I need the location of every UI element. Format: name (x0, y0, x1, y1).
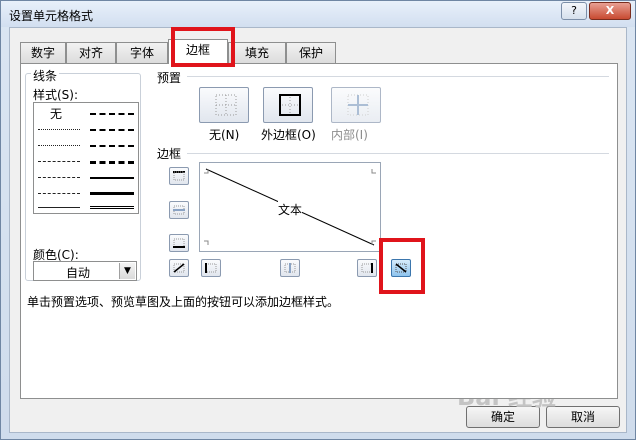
border-left-button[interactable] (201, 259, 221, 277)
border-title: 边框 (157, 147, 182, 161)
line-style-option[interactable] (38, 161, 80, 162)
preset-inside-icon (347, 94, 369, 116)
border-divider (187, 153, 609, 154)
line-style-none[interactable]: 无 (50, 105, 62, 122)
line-style-option[interactable] (90, 145, 134, 147)
border-preview[interactable]: 文本 (199, 162, 381, 252)
highlight-diagonal-down (379, 238, 425, 294)
line-style-option[interactable] (38, 193, 80, 194)
preset-outline-button[interactable] (263, 87, 313, 123)
line-style-option[interactable] (90, 129, 134, 131)
preset-none-icon (215, 94, 237, 116)
preset-none-button[interactable] (199, 87, 249, 123)
help-button[interactable]: ? (561, 2, 587, 20)
border-right-button[interactable] (357, 259, 377, 277)
border-bottom-icon (173, 238, 185, 248)
tab-alignment[interactable]: 对齐 (66, 42, 116, 63)
preview-text: 文本 (278, 201, 303, 218)
border-top-icon (173, 171, 185, 181)
border-inner-horizontal-button[interactable] (169, 201, 189, 219)
presets-title: 预置 (157, 71, 182, 85)
format-cells-dialog: 设置单元格格式 ? X 数字 对齐 字体 边框 填充 保护 线条 样式(S): … (0, 0, 636, 440)
line-style-option[interactable] (38, 207, 80, 208)
border-inner-vertical-icon (284, 263, 296, 273)
preset-none-label: 无(N) (209, 128, 240, 142)
cancel-button[interactable]: 取消 (546, 406, 620, 428)
highlight-tab-border (171, 27, 235, 67)
border-top-button[interactable] (169, 167, 189, 185)
line-style-option[interactable] (90, 161, 134, 164)
line-style-option[interactable] (90, 113, 134, 115)
presets-divider (187, 76, 609, 77)
line-style-option[interactable] (90, 177, 134, 179)
border-bottom-button[interactable] (169, 234, 189, 252)
hint-text: 单击预置选项、预览草图及上面的按钮可以添加边框样式。 (27, 295, 340, 309)
border-inner-vertical-button[interactable] (280, 259, 300, 277)
border-diagonal-up-button[interactable] (169, 259, 189, 277)
border-right-icon (361, 263, 373, 273)
preset-inside-button[interactable] (331, 87, 381, 123)
line-style-option[interactable] (38, 129, 80, 130)
border-left-icon (205, 263, 217, 273)
line-style-option[interactable] (90, 206, 134, 209)
chevron-down-icon[interactable]: ▼ (119, 263, 135, 279)
title-bar: 设置单元格格式 ? X (1, 1, 635, 27)
tab-number[interactable]: 数字 (20, 42, 66, 63)
border-inner-horizontal-icon (173, 205, 185, 215)
preset-outline-icon (279, 94, 301, 116)
line-color-combo[interactable]: 自动 ▼ (33, 261, 137, 281)
line-style-option[interactable] (90, 192, 134, 195)
line-style-label: 样式(S): (33, 88, 79, 102)
tab-fill[interactable]: 填充 (228, 42, 286, 63)
line-style-option[interactable] (38, 177, 80, 178)
dialog-client-area: 数字 对齐 字体 边框 填充 保护 线条 样式(S): 无 颜色(C): 自动 … (9, 27, 627, 433)
tab-protection[interactable]: 保护 (286, 42, 336, 63)
line-style-list[interactable]: 无 (33, 102, 139, 214)
line-group-title: 线条 (31, 67, 60, 84)
line-style-option[interactable] (38, 145, 80, 146)
line-color-value: 自动 (66, 266, 91, 280)
border-tab-panel: 线条 样式(S): 无 颜色(C): 自动 ▼ 预置 无(N) 外边框(O) 内… (20, 63, 618, 399)
tab-font[interactable]: 字体 (116, 42, 168, 63)
close-button[interactable]: X (589, 2, 631, 20)
preset-inside-label: 内部(I) (331, 128, 368, 142)
dialog-title: 设置单元格格式 (9, 9, 94, 23)
diagonal-up-icon (173, 263, 185, 273)
preset-outline-label: 外边框(O) (261, 128, 316, 142)
